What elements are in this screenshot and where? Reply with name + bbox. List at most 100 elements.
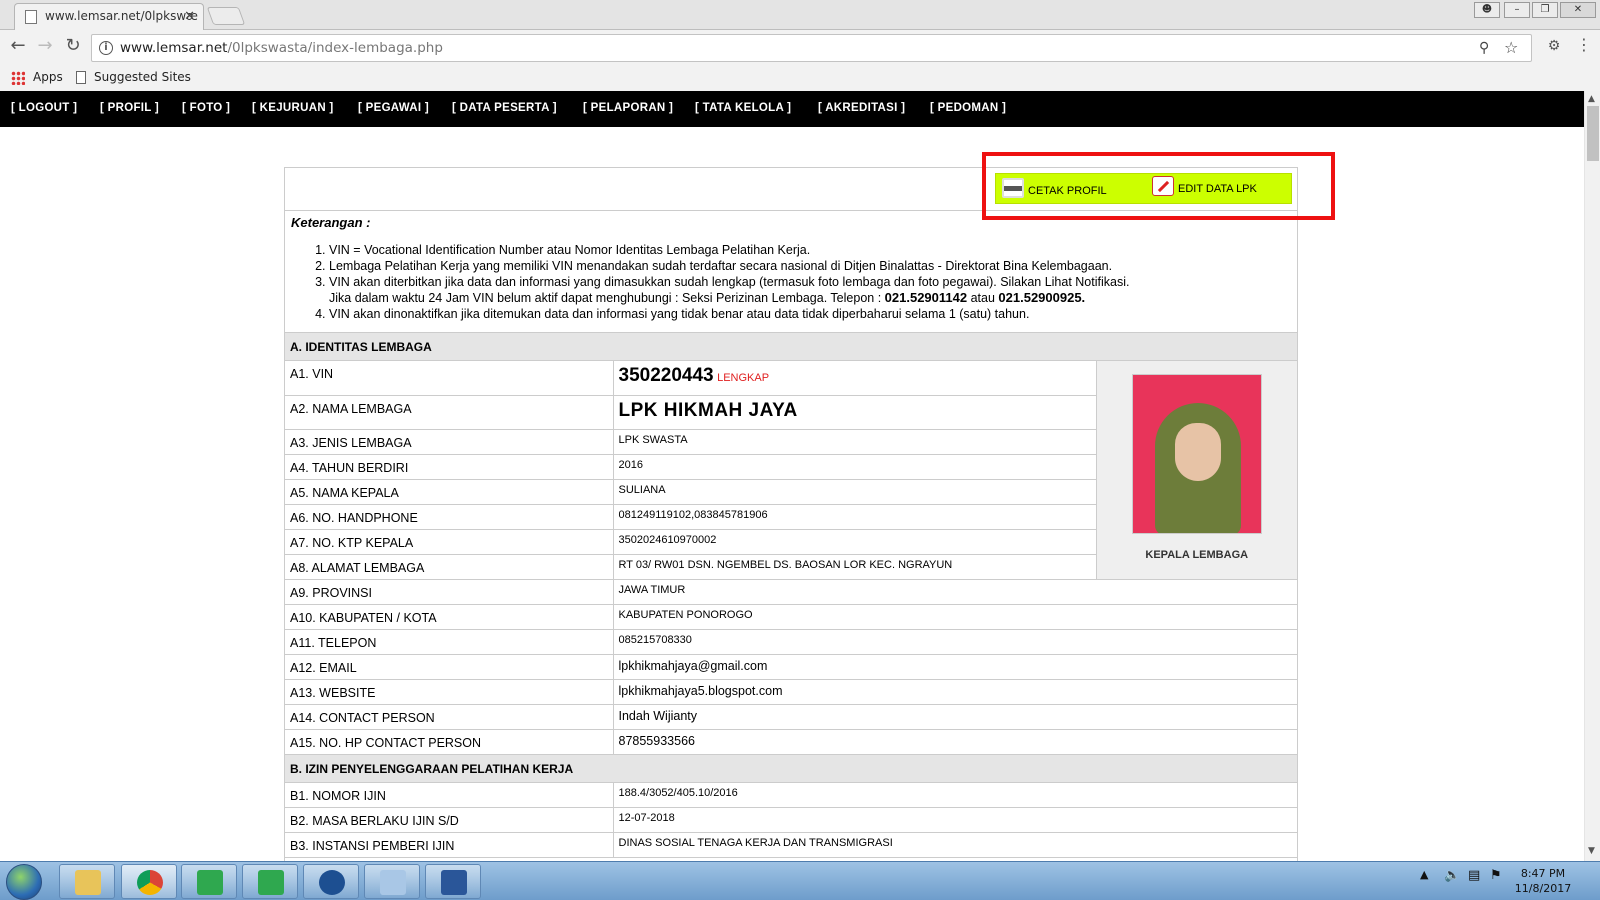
identity-table: A1. VIN 350220443 LENGKAP KEPALA LEMBAGA… <box>285 361 1297 755</box>
field-value: Indah Wijianty <box>613 704 1297 730</box>
field-label: A8. ALAMAT LEMBAGA <box>285 554 614 580</box>
field-value: lpkhikmahjaya5.blogspot.com <box>613 679 1297 705</box>
address-bar[interactable]: i www.lemsar.net/0lpkswasta/index-lembag… <box>91 34 1532 62</box>
new-tab-button[interactable] <box>206 7 246 25</box>
url-host: www.lemsar.net <box>120 40 228 56</box>
note-text: atau <box>970 291 995 305</box>
word-taskbar-button[interactable] <box>425 864 481 899</box>
action-center-flag-icon[interactable]: ⚑ <box>1490 868 1502 883</box>
field-value: LPK HIKMAH JAYA <box>613 395 1096 430</box>
photo-caption: KEPALA LEMBAGA <box>1145 549 1249 561</box>
minimize-button[interactable]: – <box>1504 2 1530 18</box>
field-label: A15. NO. HP CONTACT PERSON <box>285 729 614 755</box>
field-label: A5. NAMA KEPALA <box>285 479 614 505</box>
scroll-up-icon[interactable]: ▲ <box>1588 94 1595 104</box>
menu-tata-kelola[interactable]: [ TATA KELOLA ] <box>695 102 791 114</box>
url-path: /0lpkswasta/index-lembaga.php <box>227 40 443 56</box>
notepad-icon <box>380 870 406 895</box>
table-row: A10. KABUPATEN / KOTA KABUPATEN PONOROGO <box>285 604 1297 630</box>
menu-kejuruan[interactable]: [ KEJURUAN ] <box>252 102 334 114</box>
back-arrow-icon[interactable]: ← <box>6 35 30 56</box>
page-scrollbar[interactable]: ▲ ▼ <box>1584 91 1600 861</box>
page-icon <box>76 71 86 84</box>
show-hidden-icons[interactable]: ▲ <box>1420 868 1428 881</box>
menu-akreditasi[interactable]: [ AKREDITASI ] <box>818 102 905 114</box>
menu-pelaporan[interactable]: [ PELAPORAN ] <box>583 102 673 114</box>
browser-toolbar: ← → ↻ i www.lemsar.net/0lpkswasta/index-… <box>0 31 1600 65</box>
field-label: A4. TAHUN BERDIRI <box>285 454 614 480</box>
field-label: B2. MASA BERLAKU IJIN S/D <box>285 807 614 833</box>
menu-dots-icon[interactable]: ⋮ <box>1572 35 1596 54</box>
reload-icon[interactable]: ↻ <box>61 35 85 56</box>
phone-number: 021.52900925. <box>998 290 1086 305</box>
table-row: A9. PROVINSI JAWA TIMUR <box>285 579 1297 605</box>
taskbar: ▲ 🔈 ▤ ⚑ 8:47 PM 11/8/2017 <box>0 861 1600 900</box>
field-label: A1. VIN <box>285 361 614 396</box>
field-label: A3. JENIS LEMBAGA <box>285 429 614 455</box>
field-label: A11. TELEPON <box>285 629 614 655</box>
info-icon[interactable]: i <box>99 41 113 55</box>
notepad-taskbar-button[interactable] <box>364 864 420 899</box>
app-taskbar-button[interactable] <box>181 864 237 899</box>
menu-profil[interactable]: [ PROFIL ] <box>100 102 159 114</box>
clock-date: 11/8/2017 <box>1514 882 1572 895</box>
menu-pegawai[interactable]: [ PEGAWAI ] <box>358 102 429 114</box>
field-value: JAWA TIMUR <box>613 579 1297 605</box>
clock-time: 8:47 PM <box>1520 867 1566 880</box>
field-value: 081249119102,083845781906 <box>613 504 1096 530</box>
bookmark-suggested-sites[interactable]: Suggested Sites <box>76 69 191 85</box>
license-rows: B1. NOMOR IJIN 188.4/3052/405.10/2016 B2. … <box>285 782 1297 858</box>
restore-button[interactable]: ❐ <box>1532 2 1558 18</box>
field-value: RT 03/ RW01 DSN. NGEMBEL DS. BAOSAN LOR … <box>613 554 1096 580</box>
notes-list: VIN = Vocational Identification Number a… <box>329 242 1291 322</box>
folder-icon <box>75 870 101 895</box>
field-value: 3502024610970002 <box>613 529 1096 555</box>
media-taskbar-button[interactable] <box>303 864 359 899</box>
notes-section: Keterangan : VIN = Vocational Identifica… <box>285 211 1297 333</box>
menu-pedoman[interactable]: [ PEDOMAN ] <box>930 102 1006 114</box>
user-icon[interactable]: ☻ <box>1474 2 1500 18</box>
note-text: VIN akan diterbitkan jika data dan infor… <box>329 275 1130 289</box>
menu-foto[interactable]: [ FOTO ] <box>182 102 230 114</box>
note-item: Lembaga Pelatihan Kerja yang memiliki VI… <box>329 258 1291 274</box>
browser-chrome: www.lemsar.net/0lpkswæ ✕ ☻ – ❐ ✕ ← → ↻ i… <box>0 0 1600 91</box>
table-row: A15. NO. HP CONTACT PERSON 87855933566 <box>285 729 1297 755</box>
start-button[interactable] <box>6 864 42 900</box>
menu-logout[interactable]: [ LOGOUT ] <box>11 102 77 114</box>
key-icon[interactable]: ⚲ <box>1479 35 1489 61</box>
close-window-button[interactable]: ✕ <box>1560 2 1596 18</box>
app-icon <box>197 870 223 895</box>
field-value: DINAS SOSIAL TENAGA KERJA DAN TRANSMIGRA… <box>613 832 1297 858</box>
scrollbar-thumb[interactable] <box>1587 106 1599 161</box>
speaker-icon[interactable]: 🔈 <box>1444 868 1460 883</box>
field-label: A6. NO. HANDPHONE <box>285 504 614 530</box>
photo-cell: KEPALA LEMBAGA <box>1095 361 1297 580</box>
field-value: 2016 <box>613 454 1096 480</box>
media-player-icon <box>319 870 345 895</box>
system-clock[interactable]: 8:47 PM 11/8/2017 <box>1510 866 1576 896</box>
app-taskbar-button[interactable] <box>242 864 298 899</box>
bookmark-star-icon[interactable]: ☆ <box>1504 35 1518 61</box>
field-value: KABUPATEN PONOROGO <box>613 604 1297 630</box>
table-row: A14. CONTACT PERSON Indah Wijianty <box>285 704 1297 730</box>
menu-data-peserta[interactable]: [ DATA PESERTA ] <box>452 102 557 114</box>
table-row: A11. TELEPON 085215708330 <box>285 629 1297 655</box>
chrome-taskbar-button[interactable] <box>121 864 177 899</box>
scroll-down-icon[interactable]: ▼ <box>1588 846 1595 856</box>
field-value: 12-07-2018 <box>613 807 1297 833</box>
table-row: B1. NOMOR IJIN 188.4/3052/405.10/2016 <box>285 782 1297 808</box>
bookmark-apps[interactable]: Apps <box>11 69 63 85</box>
table-row: A12. EMAIL lpkhikmahjaya@gmail.com <box>285 654 1297 680</box>
field-label: A2. NAMA LEMBAGA <box>285 395 614 430</box>
field-value: 085215708330 <box>613 629 1297 655</box>
field-value: 188.4/3052/405.10/2016 <box>613 782 1297 808</box>
section-b-title: B. IZIN PENYELENGGARAAN PELATIHAN KERJA <box>285 754 1297 783</box>
network-icon[interactable]: ▤ <box>1468 868 1480 883</box>
browser-tab[interactable]: www.lemsar.net/0lpkswæ ✕ <box>14 3 204 30</box>
apps-grid-icon <box>11 70 25 85</box>
extension-icon[interactable]: ⚙ <box>1542 38 1566 54</box>
explorer-taskbar-button[interactable] <box>59 864 115 899</box>
forward-arrow-icon[interactable]: → <box>33 35 57 56</box>
field-label: A13. WEBSITE <box>285 679 614 705</box>
tab-close-icon[interactable]: ✕ <box>184 4 195 29</box>
